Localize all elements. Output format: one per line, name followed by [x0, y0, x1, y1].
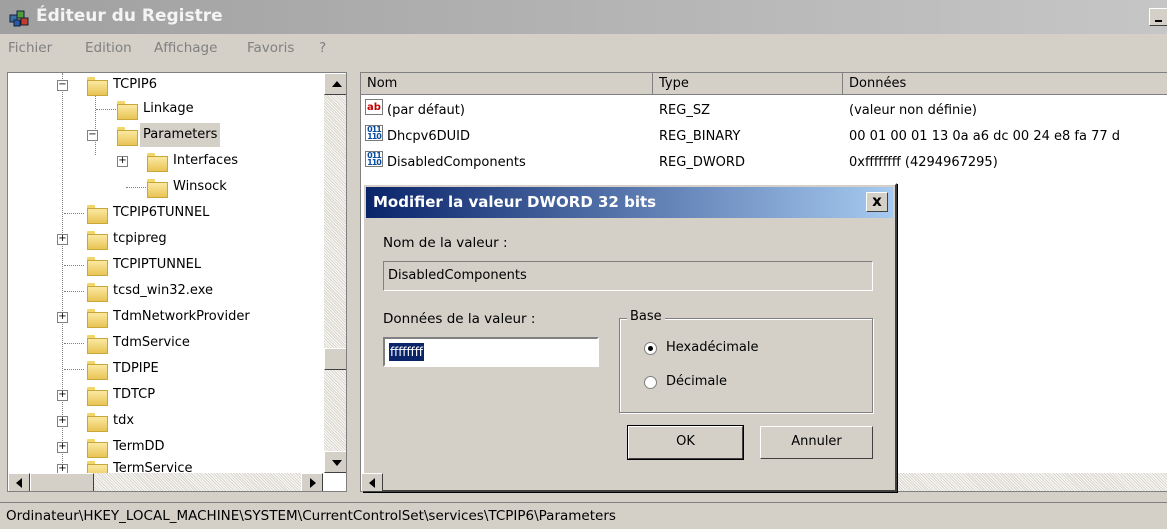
binary-value-icon: 011 110 — [365, 125, 383, 141]
column-header-donnees[interactable]: Données — [843, 73, 1167, 95]
folder-icon — [84, 413, 108, 432]
menu-help[interactable]: ? — [319, 40, 326, 56]
cancel-button[interactable]: Annuler — [760, 426, 873, 459]
string-value-icon: ab — [365, 99, 383, 115]
value-row-default[interactable]: ab (par défaut) REG_SZ (valeur non défin… — [361, 99, 1167, 123]
base-label: Base — [627, 309, 665, 324]
tree-hscroll-thumb[interactable] — [30, 473, 94, 491]
folder-icon — [84, 231, 108, 250]
dialog-title: Modifier la valeur DWORD 32 bits — [373, 193, 657, 211]
menu-favoris[interactable]: Favoris — [247, 40, 294, 56]
value-data-text: ffffffff — [389, 343, 425, 361]
expand-icon[interactable]: + — [57, 390, 68, 401]
folder-icon — [84, 387, 108, 406]
menu-bar: Fichier Edition Affichage Favoris ? — [0, 38, 1167, 60]
window-title: Éditeur du Registre — [36, 6, 223, 26]
folder-icon — [84, 335, 108, 354]
column-header-type[interactable]: Type — [653, 73, 843, 95]
radio-unchecked-icon[interactable] — [644, 376, 657, 389]
expand-icon[interactable]: + — [57, 312, 68, 323]
value-name-field: DisabledComponents — [383, 261, 873, 291]
status-bar-path: Ordinateur\HKEY_LOCAL_MACHINE\SYSTEM\Cur… — [0, 502, 1167, 529]
expand-icon[interactable]: + — [117, 156, 128, 167]
expand-icon[interactable]: + — [57, 416, 68, 427]
folder-icon — [84, 283, 108, 302]
folder-icon — [84, 257, 108, 276]
folder-icon — [84, 361, 108, 380]
column-header-nom[interactable]: Nom — [361, 73, 653, 95]
folder-icon — [84, 309, 108, 328]
tree-horizontal-scrollbar[interactable] — [8, 473, 323, 491]
value-name-label: Nom de la valeur : — [383, 235, 508, 251]
menu-fichier[interactable]: Fichier — [8, 40, 52, 56]
scroll-left-icon[interactable] — [8, 473, 30, 491]
ok-button[interactable]: OK — [627, 425, 744, 460]
folder-icon — [84, 77, 108, 96]
expand-icon[interactable]: + — [57, 442, 68, 453]
scroll-up-icon[interactable] — [324, 73, 346, 95]
folder-icon — [114, 101, 138, 120]
scroll-down-icon[interactable] — [324, 451, 346, 473]
folder-icon — [144, 179, 168, 198]
value-row-disabledcomponents[interactable]: 011 110 DisabledComponents REG_DWORD 0xff… — [361, 151, 1167, 175]
binary-value-icon: 011 110 — [365, 151, 383, 167]
edit-dword-dialog: Modifier la valeur DWORD 32 bits x Nom d… — [362, 183, 897, 492]
menu-edition[interactable]: Edition — [85, 40, 132, 56]
registry-tree[interactable]: − TCPIP6 Linkage − Parameters + Interfac… — [7, 72, 347, 492]
close-icon[interactable]: x — [866, 192, 888, 212]
registry-editor-icon — [9, 10, 29, 27]
minimize-button[interactable] — [1149, 8, 1167, 26]
window-titlebar[interactable]: Éditeur du Registre — [0, 0, 1167, 34]
scroll-right-icon[interactable] — [301, 473, 323, 491]
value-row-dhcpv6duid[interactable]: 011 110 Dhcpv6DUID REG_BINARY 00 01 00 01… — [361, 125, 1167, 149]
folder-icon — [144, 153, 168, 172]
folder-icon — [84, 439, 108, 458]
folder-icon — [114, 127, 138, 146]
menu-affichage[interactable]: Affichage — [154, 40, 217, 56]
radio-checked-icon[interactable] — [644, 342, 657, 355]
collapse-icon[interactable]: − — [57, 80, 68, 91]
collapse-icon[interactable]: − — [87, 130, 98, 141]
value-data-label: Données de la valeur : — [383, 311, 536, 327]
tree-vscroll-thumb[interactable] — [324, 348, 346, 370]
base-groupbox: Base Hexadécimale Décimale — [619, 309, 873, 413]
tree-vertical-scrollbar[interactable] — [323, 73, 346, 473]
expand-icon[interactable]: + — [57, 234, 68, 245]
scroll-left-icon[interactable] — [361, 473, 383, 491]
folder-icon — [84, 205, 108, 224]
value-data-input[interactable]: ffffffff — [383, 337, 599, 367]
dialog-titlebar[interactable]: Modifier la valeur DWORD 32 bits x — [366, 187, 893, 218]
